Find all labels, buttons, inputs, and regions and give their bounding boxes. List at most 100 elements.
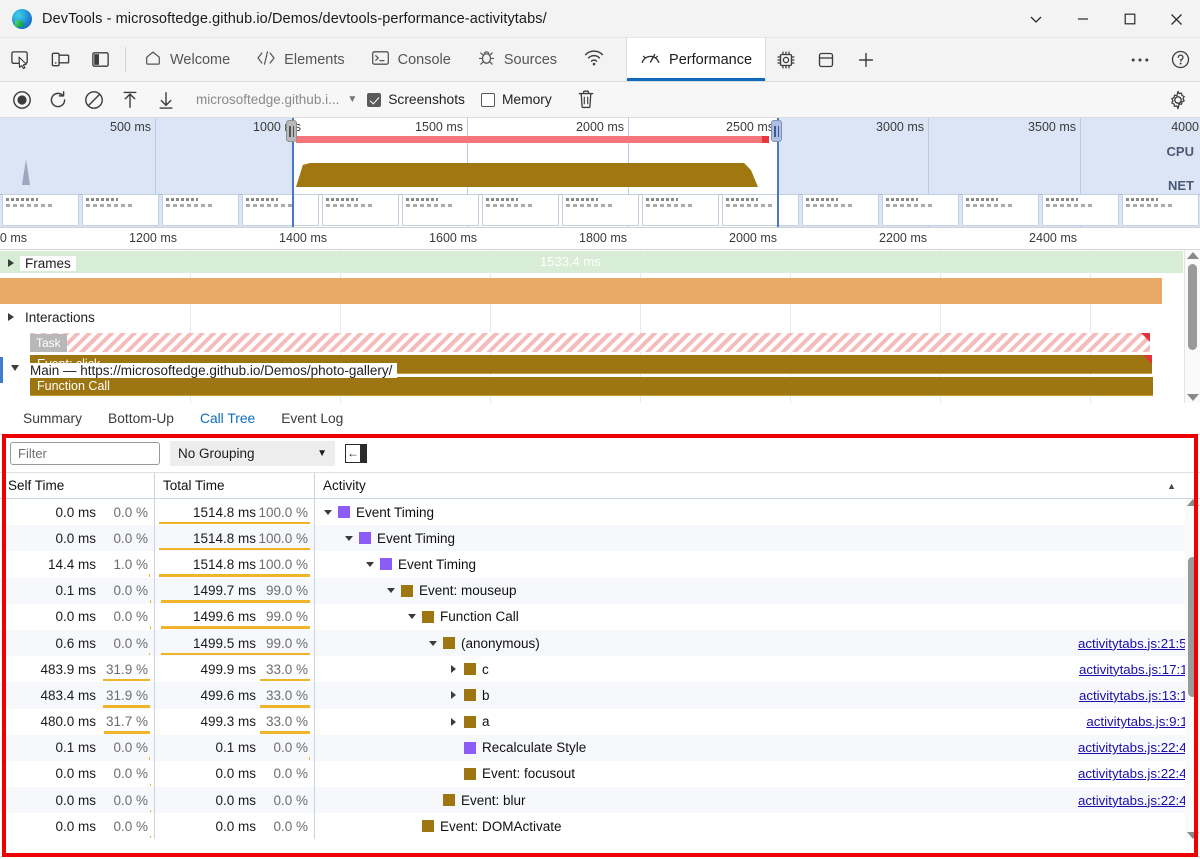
expand-toggle[interactable] bbox=[426, 640, 439, 646]
table-row[interactable]: 0.1 ms 0.0 % 0.1 ms 0.0 % Recalculate Style a… bbox=[0, 734, 1200, 761]
close-icon[interactable] bbox=[1153, 0, 1200, 38]
selection-right-handle[interactable] bbox=[771, 120, 782, 142]
table-row[interactable]: 0.6 ms 0.0 % 1499.5 ms 99.0 % (anonymous) act… bbox=[0, 629, 1200, 657]
interactions-track-band[interactable] bbox=[0, 278, 1162, 304]
reload-record-icon[interactable] bbox=[40, 85, 76, 115]
tab-welcome[interactable]: Welcome bbox=[131, 38, 243, 81]
expand-toggle[interactable] bbox=[363, 561, 376, 567]
expand-toggle[interactable] bbox=[447, 691, 460, 700]
help-icon[interactable] bbox=[1160, 49, 1200, 70]
filmstrip-frame[interactable] bbox=[402, 194, 479, 226]
filmstrip-frame[interactable] bbox=[802, 194, 879, 226]
filmstrip-frame[interactable] bbox=[722, 194, 799, 226]
call-tree-scrollbar[interactable] bbox=[1185, 499, 1200, 840]
scroll-down-arrow-icon[interactable] bbox=[1186, 832, 1199, 840]
column-header-activity[interactable]: Activity ▲ bbox=[315, 478, 1200, 493]
clear-prohibited-icon[interactable] bbox=[76, 85, 112, 115]
tab-network[interactable] bbox=[570, 38, 626, 81]
tab-summary[interactable]: Summary bbox=[12, 406, 93, 431]
expand-triangle-icon[interactable] bbox=[8, 313, 14, 321]
table-row[interactable]: 480.0 ms 31.7 % 499.3 ms 33.0 % a activitytab… bbox=[0, 708, 1200, 735]
timeline-tracks[interactable]: 1533.4 ms Frames Interactions Main — htt… bbox=[0, 250, 1200, 403]
screenshots-checkbox[interactable]: Screenshots bbox=[367, 92, 465, 107]
gear-icon[interactable] bbox=[1160, 85, 1196, 115]
expand-toggle[interactable] bbox=[321, 509, 334, 515]
maximize-icon[interactable] bbox=[1106, 0, 1153, 38]
filmstrip-frame[interactable] bbox=[642, 194, 719, 226]
dock-side-icon[interactable] bbox=[80, 38, 120, 81]
table-row[interactable]: 0.0 ms 0.0 % 1499.6 ms 99.0 % Function Call bbox=[0, 603, 1200, 630]
overview-filmstrip[interactable] bbox=[0, 194, 1200, 227]
expand-triangle-icon[interactable] bbox=[8, 259, 14, 267]
filmstrip-frame[interactable] bbox=[962, 194, 1039, 226]
inspect-element-icon[interactable] bbox=[0, 38, 40, 81]
collapse-triangle-icon[interactable] bbox=[11, 365, 19, 375]
selection-left-handle[interactable] bbox=[286, 120, 297, 142]
table-row[interactable]: 0.0 ms 0.0 % 1514.8 ms 100.0 % Event Timing bbox=[0, 499, 1200, 526]
tab-performance[interactable]: Performance bbox=[626, 38, 767, 81]
plus-icon[interactable] bbox=[846, 38, 886, 81]
tab-event-log[interactable]: Event Log bbox=[270, 406, 354, 431]
memory-checkbox[interactable]: Memory bbox=[480, 92, 552, 107]
source-link[interactable]: activitytabs.js:21:59 bbox=[1078, 636, 1194, 651]
scroll-up-arrow-icon[interactable] bbox=[1186, 499, 1199, 506]
tab-bottom-up[interactable]: Bottom-Up bbox=[97, 406, 185, 431]
expand-toggle[interactable] bbox=[384, 588, 397, 594]
expand-toggle[interactable] bbox=[342, 535, 355, 541]
trash-icon[interactable] bbox=[568, 85, 604, 115]
tab-sources[interactable]: Sources bbox=[464, 38, 570, 81]
record-circle-icon[interactable] bbox=[4, 85, 40, 115]
source-link[interactable]: activitytabs.js:13:11 bbox=[1079, 688, 1194, 703]
filmstrip-frame[interactable] bbox=[82, 194, 159, 226]
table-row[interactable]: 0.0 ms 0.0 % 0.0 ms 0.0 % Event: blur activit… bbox=[0, 787, 1200, 814]
expand-toggle[interactable] bbox=[447, 665, 460, 674]
device-toolbar-icon[interactable] bbox=[40, 38, 80, 81]
source-link[interactable]: activitytabs.js:22:44 bbox=[1078, 793, 1194, 808]
track-group-frames[interactable]: Frames bbox=[0, 250, 1200, 276]
scrollbar-thumb[interactable] bbox=[1188, 556, 1197, 697]
table-row[interactable]: 0.1 ms 0.0 % 1499.7 ms 99.0 % Event: mouseup bbox=[0, 577, 1200, 604]
filmstrip-frame[interactable] bbox=[162, 194, 239, 226]
scroll-down-arrow-icon[interactable] bbox=[1186, 394, 1199, 401]
filmstrip-frame[interactable] bbox=[242, 194, 319, 226]
chevron-down-icon[interactable]: ▼ bbox=[343, 94, 367, 105]
download-profile-icon[interactable] bbox=[148, 85, 184, 115]
table-row[interactable]: 0.0 ms 0.0 % 0.0 ms 0.0 % Event: focusout act… bbox=[0, 760, 1200, 788]
column-header-self-time[interactable]: Self Time bbox=[0, 473, 155, 498]
source-link[interactable]: activitytabs.js:22:44 bbox=[1078, 740, 1194, 755]
filmstrip-frame[interactable] bbox=[482, 194, 559, 226]
source-link[interactable]: activitytabs.js:17:11 bbox=[1079, 662, 1194, 677]
tab-call-tree[interactable]: Call Tree bbox=[189, 406, 266, 437]
search-input[interactable] bbox=[10, 442, 160, 465]
call-tree-body[interactable]: 0.0 ms 0.0 % 1514.8 ms 100.0 % Event Timing 0… bbox=[0, 499, 1200, 840]
tab-elements[interactable]: Elements bbox=[243, 38, 357, 81]
column-header-total-time[interactable]: Total Time bbox=[155, 473, 315, 498]
tab-console[interactable]: Console bbox=[358, 38, 464, 81]
filmstrip-frame[interactable] bbox=[1042, 194, 1119, 226]
filmstrip-frame[interactable] bbox=[2, 194, 79, 226]
table-row[interactable]: 0.0 ms 0.0 % 0.0 ms 0.0 % Event: DOMActivate bbox=[0, 813, 1200, 840]
source-link[interactable]: activitytabs.js:9:11 bbox=[1086, 714, 1194, 729]
timeline-overview[interactable]: 500 ms 1000 ms 1500 ms 2000 ms 2500 ms 3… bbox=[0, 118, 1200, 228]
table-row[interactable]: 483.9 ms 31.9 % 499.9 ms 33.0 % c activitytab… bbox=[0, 656, 1200, 683]
filmstrip-frame[interactable] bbox=[882, 194, 959, 226]
table-row[interactable]: 0.0 ms 0.0 % 1514.8 ms 100.0 % Event Timing bbox=[0, 525, 1200, 552]
upload-profile-icon[interactable] bbox=[112, 85, 148, 115]
filmstrip-frame[interactable] bbox=[1122, 194, 1199, 226]
filmstrip-frame[interactable] bbox=[562, 194, 639, 226]
source-link[interactable]: activitytabs.js:22:44 bbox=[1078, 766, 1194, 781]
grouping-dropdown[interactable]: No Grouping ▼ bbox=[170, 441, 335, 466]
track-group-interactions[interactable]: Interactions bbox=[0, 304, 1200, 330]
filmstrip-frame[interactable] bbox=[322, 194, 399, 226]
memory-chip-icon[interactable] bbox=[766, 38, 806, 81]
chevron-down-icon[interactable] bbox=[1012, 0, 1059, 38]
application-storage-icon[interactable] bbox=[806, 38, 846, 81]
table-row[interactable]: 14.4 ms 1.0 % 1514.8 ms 100.0 % Event Timing bbox=[0, 551, 1200, 578]
minimize-icon[interactable] bbox=[1059, 0, 1106, 38]
more-options-icon[interactable] bbox=[1120, 56, 1160, 64]
collapse-children-button[interactable] bbox=[345, 444, 367, 463]
expand-toggle[interactable] bbox=[405, 614, 418, 620]
expand-toggle[interactable] bbox=[447, 717, 460, 726]
track-group-main[interactable]: Main — https://microsoftedge.github.io/D… bbox=[0, 357, 1200, 383]
table-row[interactable]: 483.4 ms 31.9 % 499.6 ms 33.0 % b activitytab… bbox=[0, 682, 1200, 709]
